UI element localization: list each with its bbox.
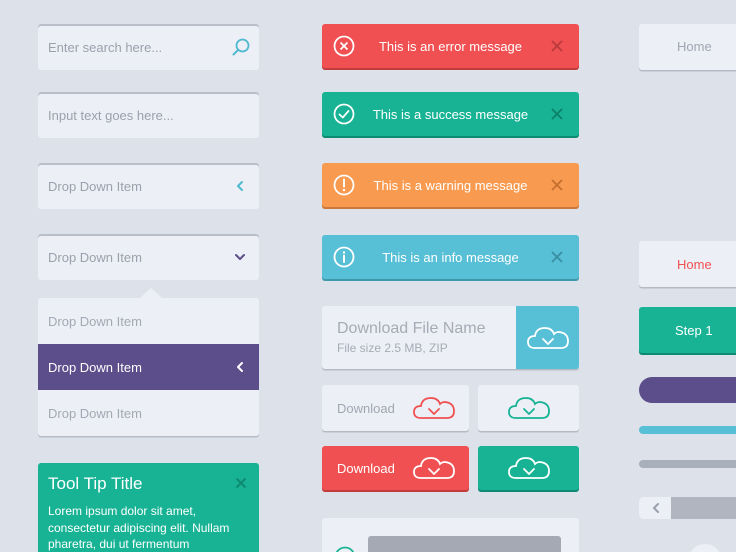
media-card (322, 518, 579, 552)
text-input[interactable]: Input text goes here... (48, 92, 174, 138)
error-icon (333, 35, 355, 57)
dropdown-label: Drop Down Item (48, 249, 142, 265)
dropdown-open[interactable]: Drop Down Item (38, 234, 259, 280)
dropdown-option-selected[interactable]: Drop Down Item (38, 344, 259, 390)
download-button-filled[interactable]: Download (322, 446, 469, 490)
chevron-left-icon (653, 503, 659, 513)
alert-message: This is a success message (372, 106, 529, 122)
search-icon[interactable] (231, 37, 251, 57)
text-field[interactable]: Input text goes here... (38, 92, 259, 138)
alert-message: This is a warning message (373, 177, 528, 193)
tooltip: Tool Tip Title Lorem ipsum dolor sit ame… (38, 463, 259, 552)
close-icon[interactable] (549, 38, 565, 54)
dropdown-option[interactable]: Drop Down Item (38, 298, 259, 344)
check-icon (333, 103, 355, 125)
cloud-download-icon (527, 327, 569, 349)
search-field[interactable]: Enter search here... (38, 24, 259, 70)
warning-icon (333, 174, 355, 196)
alert-message: This is an error message (378, 38, 523, 54)
close-icon[interactable] (549, 106, 565, 122)
progress-bar-purple (639, 377, 736, 403)
download-file-button[interactable] (516, 306, 579, 369)
tooltip-title: Tool Tip Title (48, 474, 143, 493)
chevron-left-icon (237, 362, 243, 372)
download-button-label: Download (337, 460, 395, 476)
warning-alert: This is a warning message (322, 163, 579, 207)
progress-bar-blue (639, 426, 736, 434)
download-icon-button-outline[interactable] (478, 385, 579, 431)
cloud-download-icon (413, 457, 455, 479)
status-icon (335, 546, 355, 552)
info-alert: This is an info message (322, 235, 579, 279)
nav-home-active[interactable]: Home (639, 241, 736, 287)
nav-home-default[interactable]: Home (639, 24, 736, 70)
cloud-download-icon (508, 397, 550, 419)
info-icon (333, 246, 355, 268)
tooltip-body: Lorem ipsum dolor sit amet, consectetur … (48, 504, 230, 551)
close-icon[interactable] (549, 177, 565, 193)
dropdown-closed[interactable]: Drop Down Item (38, 163, 259, 209)
step-label: Step 1 (675, 323, 713, 338)
download-file-card[interactable]: Download File Name File size 2.5 MB, ZIP (322, 306, 579, 369)
close-icon[interactable] (549, 249, 565, 265)
cloud-download-icon (413, 397, 455, 419)
search-input[interactable]: Enter search here... (48, 24, 162, 70)
nav-home-label: Home (677, 39, 712, 54)
media-thumbnail (368, 536, 561, 552)
dropdown-option[interactable]: Drop Down Item (38, 390, 259, 436)
progress-bar-gray (639, 460, 736, 468)
error-alert: This is an error message (322, 24, 579, 68)
success-alert: This is a success message (322, 92, 579, 136)
scrollbar[interactable] (639, 497, 736, 519)
cloud-download-icon (508, 457, 550, 479)
download-button-outline[interactable]: Download (322, 385, 469, 431)
dropdown-menu: Drop Down Item Drop Down Item Drop Down … (38, 298, 259, 436)
dropdown-pointer (140, 288, 162, 298)
toggle-knob[interactable] (688, 544, 722, 552)
scroll-left-button[interactable] (639, 497, 671, 519)
chevron-down-icon[interactable] (234, 251, 246, 263)
download-button-label: Download (337, 400, 395, 416)
download-file-meta: File size 2.5 MB, ZIP (337, 341, 448, 355)
download-icon-button-filled[interactable] (478, 446, 579, 490)
alert-message: This is an info message (382, 249, 519, 265)
close-icon[interactable] (235, 477, 247, 489)
step-button[interactable]: Step 1 (639, 307, 736, 353)
download-file-name: Download File Name (337, 320, 486, 337)
chevron-left-icon[interactable] (234, 180, 246, 192)
dropdown-label: Drop Down Item (48, 178, 142, 194)
nav-home-label: Home (677, 257, 712, 272)
